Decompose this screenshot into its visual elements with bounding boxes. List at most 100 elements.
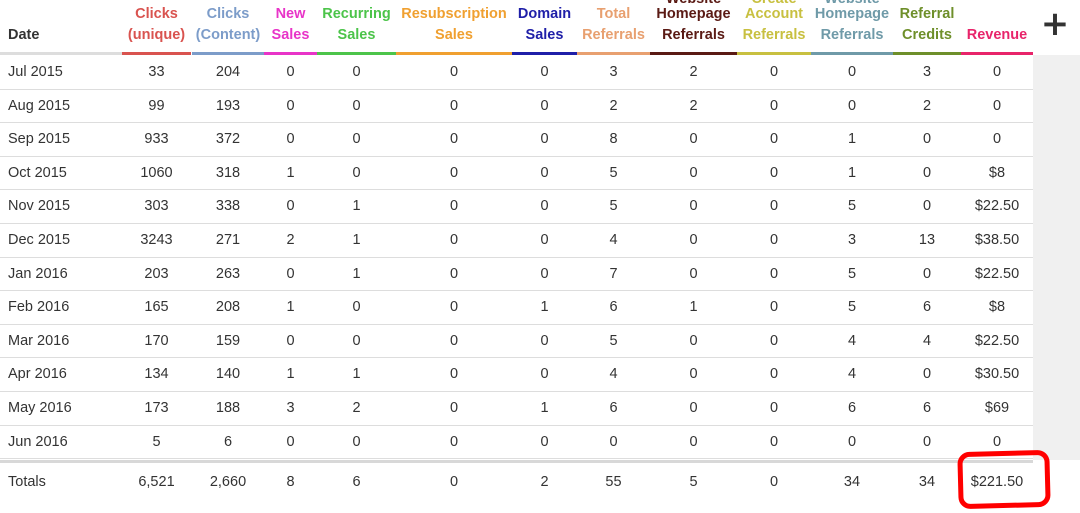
cell-resub: 0 xyxy=(449,64,459,80)
row-date-cell: Jan 2016 xyxy=(8,265,68,282)
cell-recur: 2 xyxy=(352,399,361,416)
cell-clicks_c: 188 xyxy=(215,399,241,416)
column-header-underline xyxy=(317,52,396,55)
cell-clicks_u: 99 xyxy=(148,97,165,114)
totals-label: Totals xyxy=(8,474,46,490)
column-header-new[interactable]: New Sales xyxy=(264,0,317,55)
column-header-label: Homepage Referrals xyxy=(656,6,731,43)
cell-ref_cred: 6 xyxy=(922,399,932,416)
cell-clicks_u: 173 xyxy=(144,399,169,416)
cell-new: 0 xyxy=(286,97,295,114)
cell-home_ref: 0 xyxy=(689,231,698,248)
cell-revenue: $8 xyxy=(988,164,1006,181)
cell-clicks_c: 338 xyxy=(215,198,241,215)
column-header-clicks_u[interactable]: Clicks (unique) xyxy=(122,0,191,55)
total-acct_ref: 0 xyxy=(769,474,779,490)
cell-whome_ref: 0 xyxy=(847,433,857,450)
table-header: Date Clicks (unique) Clicks (Content) New S… xyxy=(0,0,1033,55)
column-header-ref_cred[interactable]: Referral Credits xyxy=(893,0,961,55)
cell-total_ref: 4 xyxy=(609,231,618,248)
cell-recur: 0 xyxy=(352,332,361,349)
row-date-cell: Nov 2015 xyxy=(8,198,71,215)
column-header-label: Clicks (unique) xyxy=(127,6,186,43)
cell-acct_ref: 0 xyxy=(769,97,779,114)
row-date-cell: Sep 2015 xyxy=(8,131,71,148)
cell-ref_cred: 6 xyxy=(922,299,932,316)
cell-revenue: $69 xyxy=(984,399,1010,416)
column-header-resub[interactable]: Resubscription Sales xyxy=(396,0,512,55)
cell-acct_ref: 0 xyxy=(769,164,779,181)
cell-acct_ref: 0 xyxy=(769,64,779,80)
cell-clicks_c: 159 xyxy=(215,332,241,349)
cell-total_ref: 4 xyxy=(609,366,618,383)
column-header-revenue[interactable]: Revenue xyxy=(961,0,1033,55)
cell-new: 0 xyxy=(286,198,295,215)
row-date-cell: Aug 2015 xyxy=(8,97,71,114)
cell-new: 3 xyxy=(286,399,295,416)
cell-home_ref: 1 xyxy=(689,299,698,316)
total-whome_ref: 34 xyxy=(843,474,861,490)
cell-domain: 0 xyxy=(540,265,549,282)
total-home_ref: 5 xyxy=(689,474,698,490)
table-row: Oct 2015 1060 318 1 0 0 0 5 0 0 1 0 $8 xyxy=(0,157,1033,191)
cell-new: 0 xyxy=(286,433,295,450)
cell-total_ref: 0 xyxy=(609,433,618,450)
cell-resub: 0 xyxy=(449,299,459,316)
cell-clicks_u: 165 xyxy=(144,299,169,316)
cell-whome_ref: 4 xyxy=(847,332,857,349)
cell-recur: 0 xyxy=(352,164,361,181)
cell-total_ref: 7 xyxy=(609,265,618,282)
cell-home_ref: 0 xyxy=(689,265,698,282)
cell-domain: 0 xyxy=(540,332,549,349)
cell-clicks_c: 193 xyxy=(215,97,241,114)
column-header-underline xyxy=(893,52,961,55)
cell-recur: 0 xyxy=(352,299,361,316)
column-header-home_ref[interactable]: WebsiteHomepage Referrals xyxy=(650,0,737,55)
cell-whome_ref: 5 xyxy=(847,198,857,215)
cell-resub: 0 xyxy=(449,332,459,349)
cell-new: 0 xyxy=(286,64,295,80)
column-header-domain[interactable]: Domain Sales xyxy=(512,0,577,55)
column-header-underline xyxy=(811,52,893,55)
table-row: Mar 2016 170 159 0 0 0 0 5 0 0 4 4 $22.50 xyxy=(0,325,1033,359)
row-date-cell: Jun 2016 xyxy=(8,433,68,450)
cell-whome_ref: 0 xyxy=(847,97,857,114)
cell-home_ref: 0 xyxy=(689,332,698,349)
cell-new: 2 xyxy=(286,231,295,248)
cell-recur: 0 xyxy=(352,433,361,450)
plus-icon: + xyxy=(1040,4,1070,44)
table-row: Feb 2016 165 208 1 0 0 1 6 1 0 5 6 $8 xyxy=(0,291,1033,325)
column-header-whome_ref[interactable]: WebsiteHomepage Referrals xyxy=(811,0,893,55)
cell-domain: 0 xyxy=(540,164,549,181)
total-ref_cred: 34 xyxy=(918,474,936,490)
cell-domain: 0 xyxy=(540,231,549,248)
cell-ref_cred: 0 xyxy=(922,366,932,383)
add-column-button[interactable]: + xyxy=(1040,6,1070,42)
cell-total_ref: 6 xyxy=(609,299,618,316)
total-clicks_c: 2,660 xyxy=(209,474,247,490)
row-date-cell: Jul 2015 xyxy=(8,64,63,80)
cell-total_ref: 5 xyxy=(609,332,618,349)
cell-acct_ref: 0 xyxy=(769,399,779,416)
cell-domain: 0 xyxy=(540,64,549,80)
column-header-date[interactable]: Date xyxy=(0,0,122,55)
column-header-total_ref[interactable]: Total Referrals xyxy=(577,0,650,55)
row-date-cell: May 2016 xyxy=(8,399,72,416)
cell-total_ref: 3 xyxy=(609,64,618,80)
table-body: Jul 2015 33 204 0 0 0 0 3 2 0 0 3 0 Aug 2015 99 193 0 0 0 0… xyxy=(0,56,1033,460)
cell-revenue: $22.50 xyxy=(974,198,1020,215)
cell-whome_ref: 1 xyxy=(847,131,857,148)
column-header-acct_ref[interactable]: CreateAccount Referrals xyxy=(737,0,811,55)
cell-home_ref: 2 xyxy=(689,97,698,114)
cell-new: 1 xyxy=(286,299,295,316)
table-row: May 2016 173 188 3 2 0 1 6 0 0 6 6 $69 xyxy=(0,392,1033,426)
cell-ref_cred: 3 xyxy=(922,64,932,80)
cell-total_ref: 5 xyxy=(609,198,618,215)
column-header-underline xyxy=(961,52,1033,55)
row-date-cell: Dec 2015 xyxy=(8,231,71,248)
column-header-label: Resubscription Sales xyxy=(401,6,507,43)
revenue-total-highlight xyxy=(957,449,1051,510)
column-header-recur[interactable]: Recurring Sales xyxy=(317,0,396,55)
cell-revenue: 0 xyxy=(992,97,1002,114)
column-header-clicks_c[interactable]: Clicks (Content) xyxy=(192,0,264,55)
